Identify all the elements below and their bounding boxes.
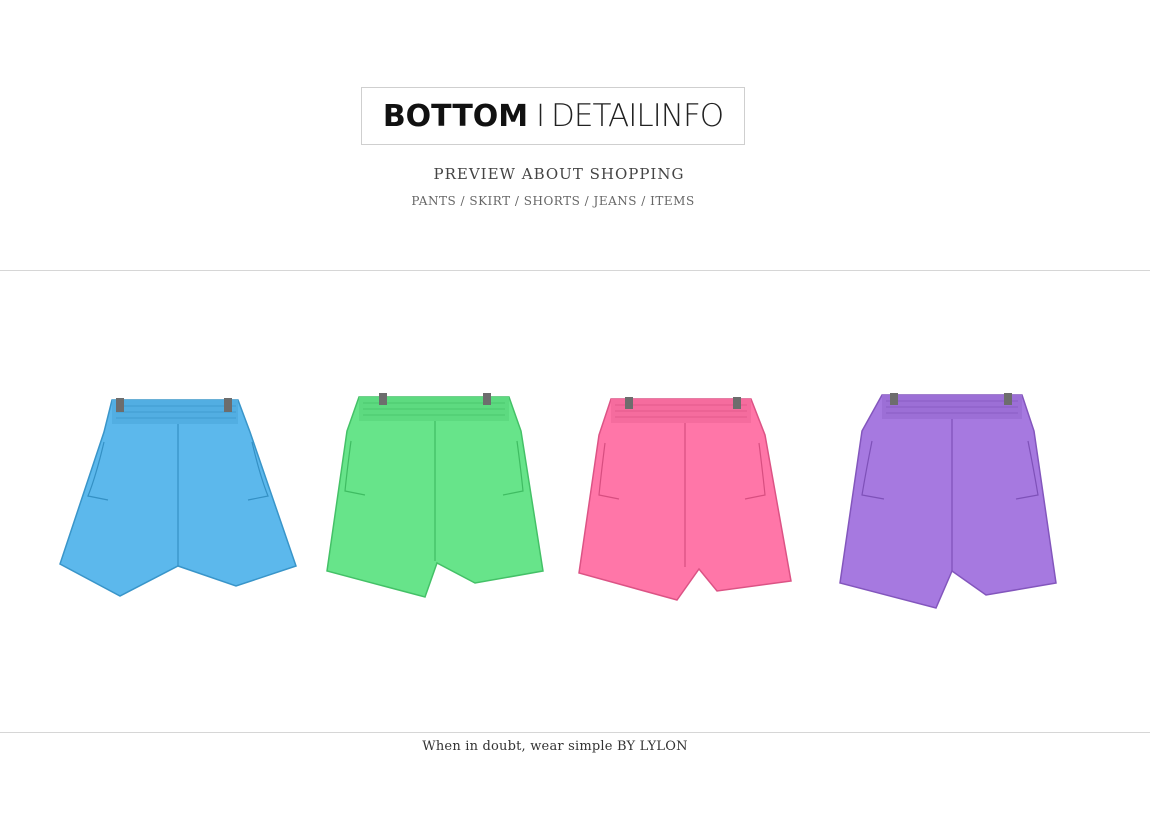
product-image-purple-shorts[interactable] <box>839 391 1057 609</box>
product-image-pink-shorts[interactable] <box>578 395 792 601</box>
shorts-pink-graphic <box>578 397 792 601</box>
product-image-green-shorts[interactable] <box>326 391 544 598</box>
footer-tagline: When in doubt, wear simple BY LYLON <box>422 739 688 754</box>
divider-bottom <box>0 732 1150 733</box>
category-list: PANTS / SKIRT / SHORTS / JEANS / ITEMS <box>411 194 695 208</box>
logo-text-bold: BOTTOM <box>382 98 529 134</box>
divider-top <box>0 270 1150 271</box>
logo-separator: I <box>536 98 546 134</box>
product-image-blue-shorts[interactable] <box>59 396 297 598</box>
brand-logo: BOTTOM I DETAILINFO <box>361 87 745 145</box>
shorts-blue-graphic <box>59 398 297 597</box>
shorts-purple-graphic <box>839 393 1057 609</box>
shorts-green-graphic <box>326 393 544 598</box>
logo-text-light: DETAILINFO <box>551 98 724 134</box>
page-subtitle: PREVIEW ABOUT SHOPPING <box>433 165 685 183</box>
